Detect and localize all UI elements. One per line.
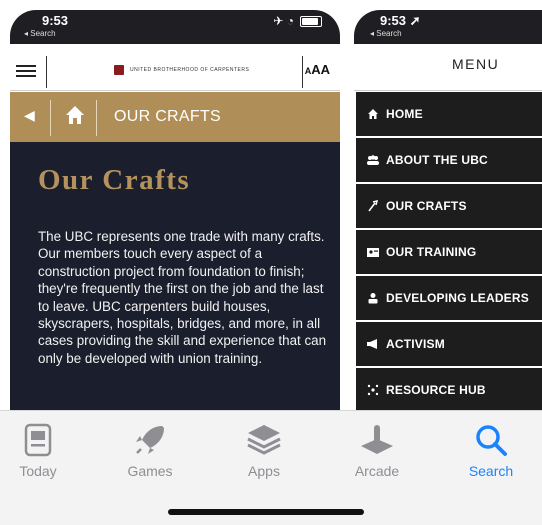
tab-label: Today [19,463,57,479]
tab-search[interactable]: Search [451,421,531,479]
tab-apps[interactable]: Apps [224,421,304,479]
menu-item-label: OUR TRAINING [386,245,477,259]
tab-label: Search [468,463,514,479]
airplane-wifi-icon: ✈ ◔ [273,14,294,28]
training-icon [366,246,380,258]
menu-item-label: OUR CRAFTS [386,199,467,213]
logo-text: UNITED BROTHERHOOD OF CARPENTERS [130,67,250,73]
menu-item-about[interactable]: ABOUT THE UBC [356,138,542,182]
status-time: 9:53 ➚ [380,13,421,28]
ubc-logo: UNITED BROTHERHOOD OF CARPENTERS [114,65,249,75]
back-arrow-icon[interactable]: ◀ [24,107,35,124]
text-size-large-a: AA [311,62,330,77]
app-screen-menu: 9:53 ➚ ◂ Search MENU HOME ABOUT THE UBC … [354,10,542,430]
status-time: 9:53 [42,13,69,28]
tab-label: Games [127,463,173,479]
tools-icon [366,200,380,212]
page-title: Our Crafts [38,164,191,196]
tab-today[interactable]: Today [0,421,78,479]
hub-icon [366,384,380,396]
group-icon [366,154,380,166]
tab-label: Apps [248,463,280,479]
today-icon [0,421,78,459]
status-icons: ✈ ◔ [273,14,322,28]
app-header: UNITED BROTHERHOOD OF CARPENTERS AAA [10,54,340,91]
header-divider [302,56,303,88]
header-divider [46,56,47,88]
person-icon [366,292,380,304]
menu-item-label: ACTIVISM [386,337,445,351]
menu-item-resource-hub[interactable]: RESOURCE HUB [356,368,542,412]
app-store-tab-bar: Today Games Apps Arcade Search [0,410,542,525]
app-screen-our-crafts: 9:53 ◂ Search ✈ ◔ UNITED BROTHERHOOD OF … [10,10,340,430]
home-icon[interactable] [64,104,86,131]
menu-item-label: DEVELOPING LEADERS [386,291,529,305]
text-size-button[interactable]: AAA [305,62,330,77]
hamburger-menu-icon[interactable] [16,62,36,80]
battery-icon [300,15,322,27]
tab-games[interactable]: Games [110,421,190,479]
search-icon [451,421,531,459]
menu-item-label: HOME [386,107,423,121]
breadcrumb-divider [96,100,97,136]
menu-item-label: RESOURCE HUB [386,383,486,397]
menu-title: MENU [452,56,500,72]
menu-list: HOME ABOUT THE UBC OUR CRAFTS OUR TRAINI… [356,92,542,414]
layers-icon [224,421,304,459]
content-panel: Our Crafts The UBC represents one trade … [10,142,340,430]
menu-item-label: ABOUT THE UBC [386,153,488,167]
megaphone-icon [366,338,380,350]
page-body-text: The UBC represents one trade with many c… [38,229,327,366]
tab-arcade[interactable]: Arcade [337,421,417,479]
menu-item-our-crafts[interactable]: OUR CRAFTS [356,184,542,228]
back-to-search-link[interactable]: ◂ Search [370,29,402,38]
tab-label: Arcade [354,463,400,479]
menu-item-training[interactable]: OUR TRAINING [356,230,542,274]
menu-item-developing-leaders[interactable]: DEVELOPING LEADERS [356,276,542,320]
breadcrumb: ◀ OUR CRAFTS [10,92,340,142]
breadcrumb-divider [50,100,51,136]
menu-item-home[interactable]: HOME [356,92,542,136]
ubc-emblem-icon [114,65,124,75]
back-to-search-link[interactable]: ◂ Search [24,29,56,38]
breadcrumb-label: OUR CRAFTS [114,108,221,125]
home-indicator[interactable] [168,509,364,515]
rocket-icon [110,421,190,459]
status-bar: 9:53 ◂ Search ✈ ◔ [10,10,340,44]
home-icon [366,108,380,120]
menu-item-activism[interactable]: ACTIVISM [356,322,542,366]
joystick-icon [337,421,417,459]
status-bar: 9:53 ➚ ◂ Search [354,10,542,44]
menu-header: MENU [354,44,542,91]
